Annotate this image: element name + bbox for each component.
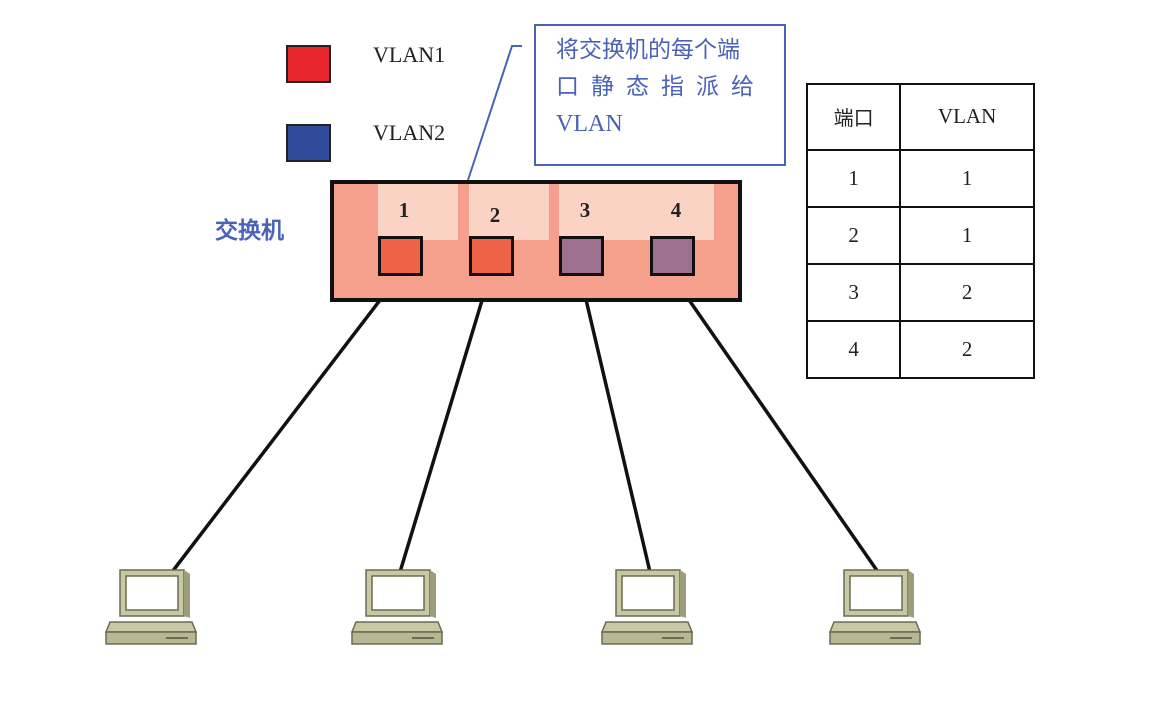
table-cell: 4 [805,319,902,380]
callout-line-3: VLAN [556,111,623,137]
port-3 [559,236,604,276]
computer-icon [350,569,444,645]
table-row: 4 2 [805,319,1035,380]
port-number: 3 [579,198,591,222]
switch: 1 2 3 4 [330,180,742,302]
port-vlan-table: 端口 VLAN 1 1 2 1 3 2 4 2 [805,83,1035,380]
port-number: 1 [398,198,410,222]
cable-port-3 [578,273,652,573]
table-cell: 1 [899,205,1035,265]
table-row: 3 2 [805,262,1035,322]
switch-label: 交换机 [215,218,284,244]
table-header-row: 端口 VLAN [805,83,1035,151]
cable-port-2 [398,273,492,573]
computer-icon [828,569,922,645]
computer-icon [104,569,198,645]
cable-port-1 [170,272,402,574]
port-1 [378,236,423,276]
table-cell: 3 [805,262,902,322]
table-row: 2 1 [805,205,1035,265]
table-cell: 1 [805,148,902,208]
table-cell: 2 [899,262,1035,322]
computer-icon [600,569,694,645]
callout-line-2: 口静态指派给 [556,74,766,100]
callout-box: 将交换机的每个端 口静态指派给 VLAN [534,24,786,166]
table-row: 1 1 [805,148,1035,208]
table-cell: 1 [899,148,1035,208]
callout-line-1: 将交换机的每个端 [556,37,740,63]
legend-label-vlan1: VLAN1 [373,42,446,67]
legend-label-vlan2: VLAN2 [373,120,446,145]
legend-swatch-vlan1 [286,45,331,83]
port-4 [650,236,695,276]
table-cell: 2 [805,205,902,265]
callout-pointer [467,45,522,181]
port-number: 4 [670,198,682,222]
port-number: 2 [489,203,501,227]
port-2 [469,236,514,276]
table-cell: 2 [899,319,1035,380]
legend-swatch-vlan2 [286,124,331,162]
table-header: 端口 [805,83,902,151]
table-header: VLAN [899,83,1035,151]
